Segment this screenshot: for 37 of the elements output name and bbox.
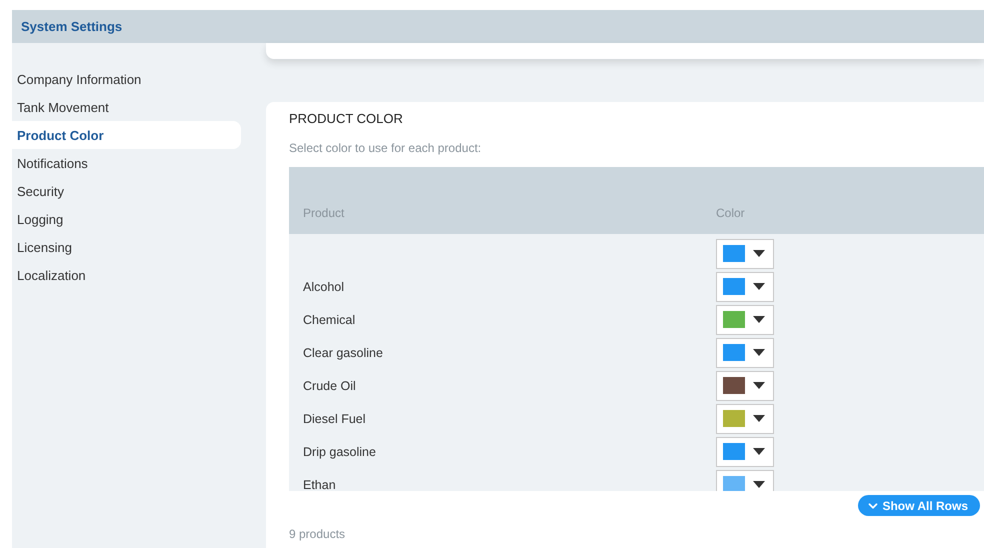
sidebar-item[interactable]: Logging xyxy=(12,205,241,233)
caret-icon xyxy=(753,250,765,257)
caret-icon xyxy=(753,349,765,356)
color-picker[interactable] xyxy=(716,436,774,466)
caret-icon xyxy=(753,448,765,455)
page-title: System Settings xyxy=(21,19,122,34)
color-picker[interactable] xyxy=(716,238,774,268)
table-cell: Drip gasoline xyxy=(303,444,376,458)
sidebar-item[interactable]: Security xyxy=(12,177,241,205)
caret-icon xyxy=(753,283,765,290)
color-picker[interactable] xyxy=(716,404,774,434)
table-cell: Ethan xyxy=(303,478,336,491)
color-picker[interactable] xyxy=(716,272,774,302)
section-description: Select color to use for each product: xyxy=(289,141,482,155)
caret-icon xyxy=(753,415,765,422)
column-header: Color xyxy=(716,206,745,220)
table-cell: Alcohol xyxy=(303,280,344,294)
caret-icon xyxy=(753,316,765,323)
sidebar-item[interactable]: Localization xyxy=(12,261,241,289)
table-cell: Diesel Fuel xyxy=(303,412,366,426)
sidebar-item[interactable]: Tank Movement xyxy=(12,93,241,121)
section-title: PRODUCT COLOR xyxy=(289,111,404,126)
sidebar-item[interactable]: Product Color xyxy=(12,121,241,149)
table-cell: Chemical xyxy=(303,312,356,326)
caret-icon xyxy=(753,382,765,389)
color-picker[interactable] xyxy=(716,370,774,400)
sidebar-item[interactable]: Notifications xyxy=(12,149,241,177)
table-cell: Crude Oil xyxy=(303,378,356,392)
sidebar-item[interactable]: Company Information xyxy=(12,65,241,93)
table-cell: Clear gasoline xyxy=(303,346,383,360)
caret-icon xyxy=(753,481,765,488)
sidebar-item[interactable]: Licensing xyxy=(12,233,241,261)
color-picker[interactable] xyxy=(716,470,774,491)
column-header: Product xyxy=(303,206,344,220)
product-count: 9 products xyxy=(289,527,346,541)
color-picker[interactable] xyxy=(716,338,774,368)
color-picker[interactable] xyxy=(716,304,774,334)
